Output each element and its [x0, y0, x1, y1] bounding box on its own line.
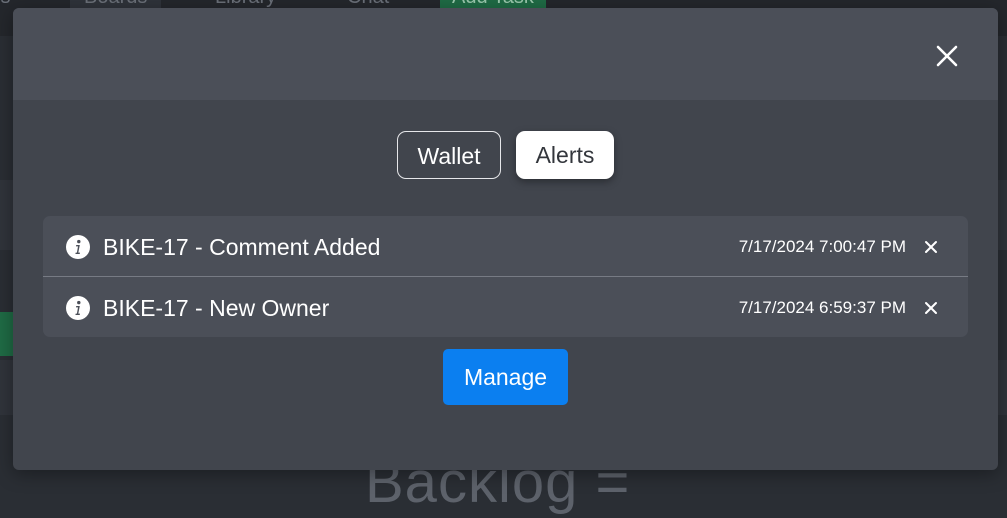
dismiss-alert-icon[interactable]	[924, 240, 938, 254]
background-tab-library: Library	[215, 0, 276, 8]
modal-header	[13, 8, 998, 100]
background-tab-edge: ls	[0, 0, 10, 8]
background-tab-chat: Chat	[347, 0, 389, 8]
alert-list: BIKE-17 - Comment Added 7/17/2024 7:00:4…	[43, 216, 968, 337]
close-icon[interactable]	[932, 41, 962, 71]
background-add-task-button: Add Task	[440, 0, 546, 8]
dismiss-alert-icon[interactable]	[924, 301, 938, 315]
info-icon	[66, 235, 90, 259]
alert-title: BIKE-17 - Comment Added	[103, 234, 381, 260]
notifications-modal: Wallet Alerts BIKE-17 - Comment Added 7/…	[13, 8, 998, 470]
manage-button[interactable]: Manage	[443, 349, 568, 405]
tab-alerts[interactable]: Alerts	[516, 131, 614, 179]
alert-timestamp: 7/17/2024 6:59:37 PM	[738, 298, 906, 317]
alert-timestamp: 7/17/2024 7:00:47 PM	[738, 237, 906, 256]
background-tab-boards: Boards	[70, 0, 162, 8]
tab-wallet[interactable]: Wallet	[397, 131, 501, 179]
alert-item[interactable]: BIKE-17 - Comment Added 7/17/2024 7:00:4…	[43, 216, 968, 277]
info-icon	[66, 296, 90, 320]
alert-item[interactable]: BIKE-17 - New Owner 7/17/2024 6:59:37 PM	[43, 277, 968, 337]
alert-title: BIKE-17 - New Owner	[103, 295, 330, 321]
